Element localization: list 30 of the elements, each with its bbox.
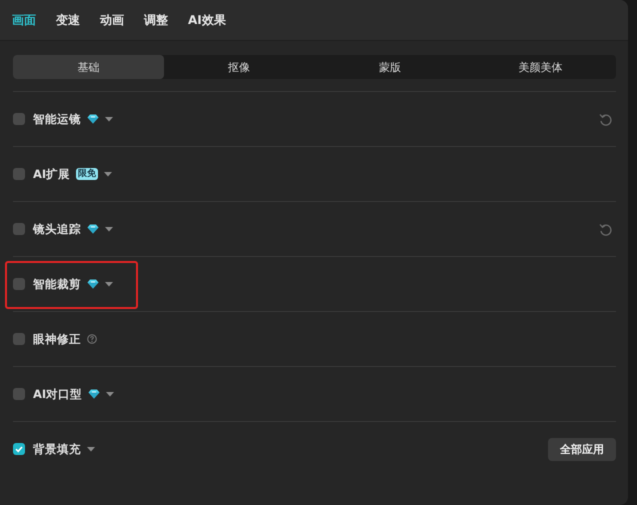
tab[interactable]: 变速	[56, 12, 80, 28]
option-label: 智能运镜	[33, 112, 81, 126]
checkbox[interactable]	[13, 223, 25, 235]
option-label: 眼神修正	[33, 332, 81, 346]
tab[interactable]: 画面	[12, 12, 36, 28]
segment-tab[interactable]: 抠像	[164, 55, 314, 79]
checkbox[interactable]	[13, 113, 25, 125]
tab[interactable]: AI效果	[188, 12, 226, 28]
checkbox[interactable]	[13, 388, 25, 400]
option-label: 镜头追踪	[33, 222, 81, 236]
option-label: 智能裁剪	[33, 276, 81, 292]
diamond-icon	[87, 224, 99, 234]
tab[interactable]: 调整	[144, 12, 168, 28]
checkbox[interactable]	[13, 278, 25, 290]
checkbox[interactable]	[13, 168, 25, 180]
option-label: 背景填充	[33, 442, 81, 456]
diamond-icon	[88, 389, 100, 399]
segment-tab[interactable]: 基础	[13, 55, 164, 79]
diamond-icon	[87, 279, 99, 289]
diamond-icon	[87, 114, 99, 124]
checkbox[interactable]	[13, 443, 25, 455]
free-tag: 限免	[76, 168, 98, 180]
apply-all-button[interactable]: 全部应用	[548, 438, 616, 460]
checkbox[interactable]	[13, 333, 25, 345]
tab[interactable]: 动画	[100, 12, 124, 28]
segment-tab[interactable]: 蒙版	[314, 55, 466, 79]
option-label: AI对口型	[33, 386, 82, 402]
option-label: AI扩展	[33, 166, 70, 182]
help-icon	[87, 334, 97, 344]
segment-tab[interactable]: 美颜美体	[465, 55, 616, 79]
